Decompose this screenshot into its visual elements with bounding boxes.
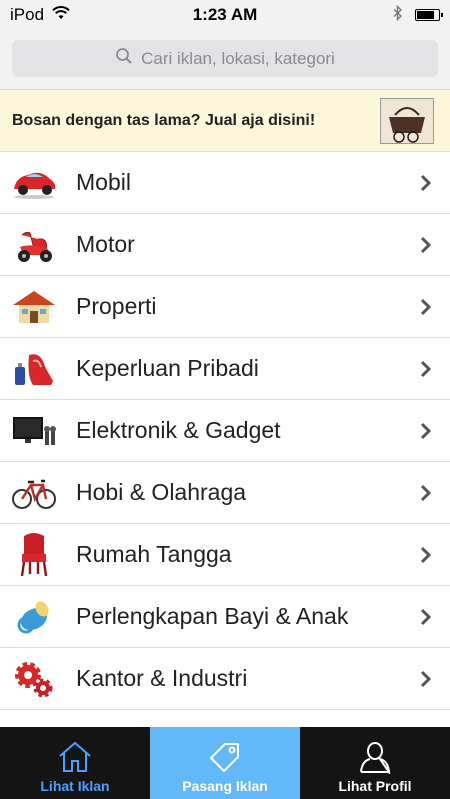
category-item-rumah-tangga[interactable]: Rumah Tangga: [0, 524, 450, 586]
category-label: Hobi & Olahraga: [76, 479, 247, 505]
search-input[interactable]: Cari iklan, lokasi, kategori: [12, 40, 438, 77]
category-item-partial[interactable]: [0, 710, 450, 727]
house-icon: [10, 283, 58, 331]
person-icon: [360, 742, 391, 774]
chevron-right-icon: [420, 174, 436, 192]
chevron-right-icon: [420, 298, 436, 316]
category-item-bayi-anak[interactable]: Perlengkapan Bayi & Anak: [0, 586, 450, 648]
status-left: iPod: [10, 5, 70, 25]
tab-lihat-profil[interactable]: Lihat Profil: [300, 727, 450, 799]
shoes-perfume-icon: [10, 345, 58, 393]
category-item-keperluan-pribadi[interactable]: Keperluan Pribadi: [0, 338, 450, 400]
category-label: Motor: [76, 231, 135, 257]
tab-lihat-iklan[interactable]: Lihat Iklan: [0, 727, 150, 799]
category-label: Keperluan Pribadi: [76, 355, 259, 381]
tv-icon: [10, 407, 58, 455]
search-bar: Cari iklan, lokasi, kategori: [0, 30, 450, 90]
tab-pasang-iklan[interactable]: Pasang Iklan: [150, 727, 300, 799]
gears-icon: [10, 655, 58, 703]
category-item-hobi[interactable]: Hobi & Olahraga: [0, 462, 450, 524]
partial-icon: [10, 717, 58, 727]
bicycle-icon: [10, 469, 58, 517]
promo-banner[interactable]: Bosan dengan tas lama? Jual aja disini!: [0, 90, 450, 152]
chevron-right-icon: [420, 360, 436, 378]
category-label: Perlengkapan Bayi & Anak: [76, 603, 349, 629]
tag-icon: [210, 743, 239, 772]
chevron-right-icon: [420, 546, 436, 564]
category-item-motor[interactable]: Motor: [0, 214, 450, 276]
status-bar: iPod 1:23 AM: [0, 0, 450, 30]
chevron-right-icon: [420, 608, 436, 626]
tab-label: Lihat Iklan: [40, 778, 110, 794]
category-label: Elektronik & Gadget: [76, 417, 281, 443]
chair-icon: [10, 531, 58, 579]
scooter-icon: [10, 221, 58, 269]
category-label: Rumah Tangga: [76, 541, 232, 567]
category-item-mobil[interactable]: Mobil: [0, 152, 450, 214]
battery-icon: [415, 9, 443, 21]
bluetooth-icon: [393, 4, 403, 26]
car-icon: [10, 159, 58, 207]
handbag-thumbnail: [380, 97, 434, 144]
tab-bar: Lihat Iklan Pasang Iklan Lihat Profil: [0, 727, 450, 799]
status-right: [393, 4, 443, 26]
chevron-right-icon: [420, 670, 436, 688]
banner-text: Bosan dengan tas lama? Jual aja disini!: [12, 111, 316, 129]
home-icon: [59, 741, 91, 772]
chevron-right-icon: [420, 484, 436, 502]
category-list: Mobil Motor Properti Keperluan Pribadi E…: [0, 152, 450, 727]
chevron-right-icon: [420, 422, 436, 440]
category-label: Kantor & Industri: [76, 665, 248, 691]
search-placeholder: Cari iklan, lokasi, kategori: [141, 48, 335, 68]
tab-label: Lihat Profil: [338, 778, 412, 794]
search-icon: [115, 47, 133, 70]
category-label: Properti: [76, 293, 157, 319]
carrier-label: iPod: [10, 5, 45, 24]
category-label: Mobil: [76, 169, 131, 195]
wifi-icon: [52, 5, 70, 25]
category-item-kantor-industri[interactable]: Kantor & Industri: [0, 648, 450, 710]
pacifier-icon: [10, 593, 58, 641]
chevron-right-icon: [420, 236, 436, 254]
tab-label: Pasang Iklan: [182, 778, 268, 794]
category-item-elektronik[interactable]: Elektronik & Gadget: [0, 400, 450, 462]
category-item-properti[interactable]: Properti: [0, 276, 450, 338]
